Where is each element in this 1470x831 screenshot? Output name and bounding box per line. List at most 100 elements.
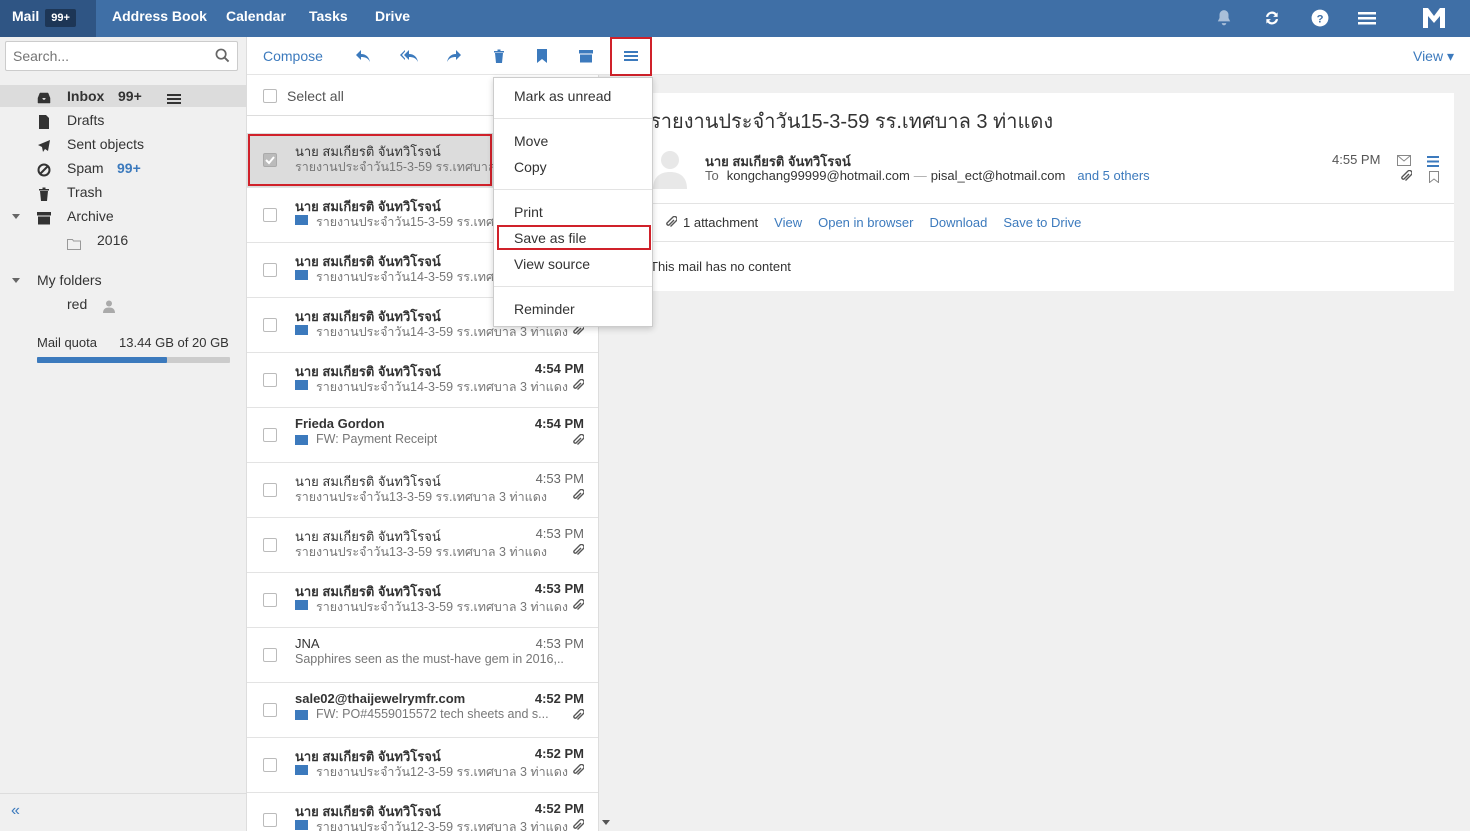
- message-subject-preview: รายงานประจำวัน12-3-59 รร.เทศบาล 3 ท่าแดง: [316, 765, 568, 779]
- folder-archive-2016[interactable]: 2016: [0, 229, 247, 251]
- folder-inbox[interactable]: Inbox 99+: [0, 85, 247, 107]
- search-box[interactable]: [5, 41, 238, 71]
- message-body: This mail has no content: [650, 259, 791, 274]
- message-row[interactable]: นาย สมเกียรติ จันทวิโรจน์ รายงานประจำวัน1…: [247, 518, 598, 573]
- message-checkbox[interactable]: [263, 593, 277, 607]
- bookmark-icon[interactable]: [533, 47, 551, 65]
- recipient-1[interactable]: kongchang99999@hotmail.com: [727, 168, 910, 183]
- more-recipients-link[interactable]: and 5 others: [1077, 168, 1149, 183]
- nav-tasks[interactable]: Tasks: [309, 0, 348, 37]
- menu-view-source[interactable]: View source: [494, 252, 652, 276]
- attachment-icon: [571, 488, 585, 505]
- message-row[interactable]: นาย สมเกียรติ จันทวิโรจน์ รายงานประจำวัน1…: [247, 353, 598, 408]
- folder-archive[interactable]: Archive: [0, 205, 247, 227]
- menu-move[interactable]: Move: [494, 129, 652, 153]
- message-subject-preview: รายงานประจำวัน13-3-59 รร.เทศบาล 3 ท่าแดง: [295, 490, 547, 504]
- collapse-sidebar-button[interactable]: «: [11, 802, 20, 820]
- download-link[interactable]: Download: [930, 215, 988, 230]
- message-time: 4:52 PM: [534, 691, 584, 706]
- folder-trash[interactable]: Trash: [0, 181, 247, 203]
- inbox-count: 99+: [118, 88, 142, 104]
- reply-icon[interactable]: [354, 47, 372, 65]
- unread-envelope-icon: [295, 215, 308, 225]
- message-time: 4:52 PM: [534, 746, 584, 761]
- scroll-down-icon[interactable]: [602, 820, 610, 825]
- message-checkbox[interactable]: [263, 648, 277, 662]
- folder-options-icon[interactable]: [167, 89, 181, 111]
- folder-drafts-label: Drafts: [67, 112, 105, 128]
- message-row[interactable]: นาย สมเกียรติ จันทวิโรจน์ รายงานประจำวัน1…: [247, 738, 598, 793]
- flag-icon[interactable]: [1429, 170, 1439, 186]
- search-icon[interactable]: [215, 48, 230, 66]
- compose-button[interactable]: Compose: [263, 48, 323, 64]
- sidebar: Inbox 99+ Drafts Sent objects Spam 99+ T…: [0, 37, 247, 831]
- unread-envelope-icon: [295, 270, 308, 280]
- select-all-label[interactable]: Select all: [287, 88, 344, 104]
- attachment-icon: [571, 543, 585, 560]
- message-row[interactable]: นาย สมเกียรติ จันทวิโรจน์ รายงานประจำวัน1…: [247, 463, 598, 518]
- save-to-drive-link[interactable]: Save to Drive: [1003, 215, 1081, 230]
- attachment-icon: [571, 763, 585, 780]
- archive-caret-icon[interactable]: [12, 214, 20, 219]
- search-input[interactable]: [6, 42, 206, 70]
- delete-icon[interactable]: [490, 47, 508, 65]
- my-folders-header[interactable]: My folders: [0, 269, 247, 291]
- folder-red[interactable]: red: [0, 293, 247, 315]
- attachment-icon: [571, 433, 585, 450]
- recipients: To kongchang99999@hotmail.com — pisal_ect@h…: [705, 168, 1150, 183]
- menu-icon[interactable]: [1357, 8, 1377, 28]
- message-row[interactable]: sale02@thaijewelrymfr.com FW: PO#45590155…: [247, 683, 598, 738]
- message-checkbox[interactable]: [263, 538, 277, 552]
- message-checkbox[interactable]: [263, 813, 277, 827]
- attachment-icon: [571, 598, 585, 615]
- recipient-separator: —: [913, 168, 927, 183]
- message-checkbox[interactable]: [263, 428, 277, 442]
- view-dropdown[interactable]: View ▾: [1413, 48, 1454, 65]
- message-checkbox[interactable]: [263, 208, 277, 222]
- reply-all-icon[interactable]: [400, 47, 418, 65]
- nav-calendar[interactable]: Calendar: [226, 0, 286, 37]
- view-attachment-link[interactable]: View: [774, 215, 802, 230]
- folder-sent[interactable]: Sent objects: [0, 133, 247, 155]
- message-row[interactable]: นาย สมเกียรติ จันทวิโรจน์ รายงานประจำวัน1…: [247, 793, 598, 831]
- folder-spam[interactable]: Spam 99+: [0, 157, 247, 179]
- folder-2016-label: 2016: [97, 232, 129, 248]
- folder-drafts[interactable]: Drafts: [0, 109, 247, 131]
- highlight-more-actions: [610, 37, 652, 76]
- menu-mark-unread[interactable]: Mark as unread: [494, 84, 652, 108]
- my-folders-caret-icon[interactable]: [12, 278, 20, 283]
- help-icon[interactable]: ?: [1310, 8, 1330, 28]
- nav-address-book[interactable]: Address Book: [112, 0, 207, 37]
- menu-print[interactable]: Print: [494, 200, 652, 224]
- open-in-browser-link[interactable]: Open in browser: [818, 215, 913, 230]
- message-sender: sale02@thaijewelrymfr.com: [295, 691, 466, 706]
- select-all-checkbox[interactable]: [263, 89, 277, 103]
- message-checkbox[interactable]: [263, 703, 277, 717]
- envelope-icon[interactable]: [1397, 153, 1411, 169]
- message-subject: รายงานประจำวัน15-3-59 รร.เทศบาล 3 ท่าแดง: [650, 111, 1054, 133]
- menu-reminder[interactable]: Reminder: [494, 297, 652, 321]
- archive-icon: [37, 209, 51, 225]
- message-time: 4:52 PM: [534, 801, 584, 816]
- forward-icon[interactable]: [445, 47, 463, 65]
- message-checkbox[interactable]: [263, 373, 277, 387]
- send-icon: [37, 137, 51, 152]
- nav-mail[interactable]: Mail 99+: [0, 0, 96, 37]
- message-checkbox[interactable]: [263, 758, 277, 772]
- nav-drive[interactable]: Drive: [375, 0, 410, 37]
- message-checkbox[interactable]: [263, 483, 277, 497]
- message-menu-icon[interactable]: [1427, 154, 1439, 170]
- archive-button-icon[interactable]: [577, 47, 595, 65]
- menu-copy[interactable]: Copy: [494, 155, 652, 179]
- top-navigation: Mail 99+ Address Book Calendar Tasks Driv…: [0, 0, 1470, 37]
- highlight-save-as-file: [497, 225, 651, 250]
- message-checkbox[interactable]: [263, 263, 277, 277]
- bell-icon[interactable]: [1214, 8, 1234, 28]
- recipient-2[interactable]: pisal_ect@hotmail.com: [931, 168, 1066, 183]
- message-row[interactable]: JNA Sapphires seen as the must-have gem i…: [247, 628, 598, 683]
- message-row[interactable]: Frieda Gordon FW: Payment Receipt 4:54 PM: [247, 408, 598, 463]
- message-checkbox[interactable]: [263, 318, 277, 332]
- message-subject-preview: FW: PO#4559015572 tech sheets and s...: [316, 707, 549, 721]
- message-row[interactable]: นาย สมเกียรติ จันทวิโรจน์ รายงานประจำวัน1…: [247, 573, 598, 628]
- refresh-icon[interactable]: [1262, 8, 1282, 28]
